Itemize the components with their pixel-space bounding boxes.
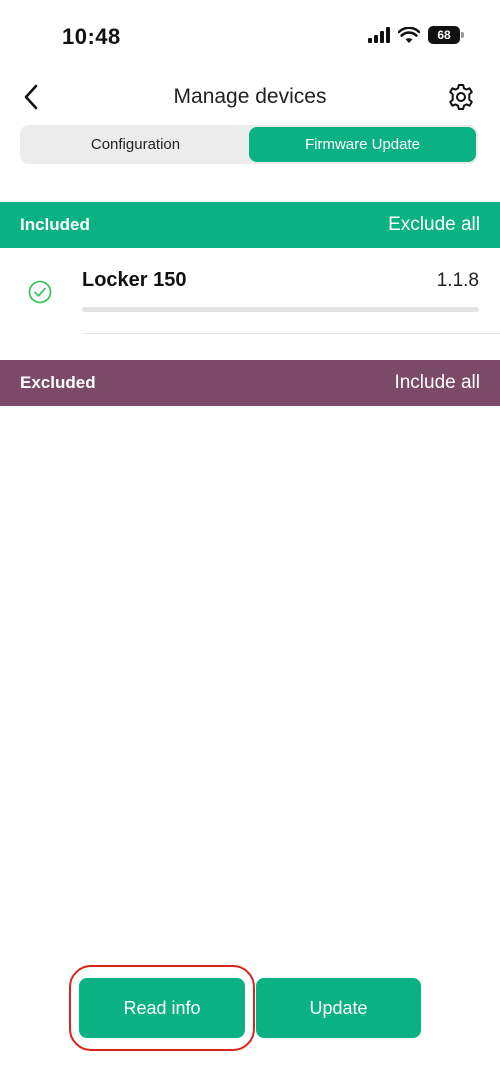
include-all-button[interactable]: Include all <box>394 372 480 394</box>
check-circle-icon <box>28 280 52 304</box>
settings-button[interactable] <box>444 80 478 114</box>
status-time: 10:48 <box>62 24 121 49</box>
excluded-header: Excluded Include all <box>0 360 500 406</box>
divider <box>82 333 500 334</box>
status-bar: 10:48 68 <box>0 0 500 72</box>
wifi-icon <box>398 26 420 43</box>
exclude-all-button[interactable]: Exclude all <box>388 214 480 236</box>
gear-icon <box>449 84 473 110</box>
page-title: Manage devices <box>173 85 327 108</box>
device-row[interactable]: Locker 150 1.1.8 <box>0 248 500 334</box>
device-version: 1.1.8 <box>436 270 479 291</box>
tab-bar: Configuration Firmware Update <box>20 125 478 164</box>
excluded-label: Excluded <box>20 373 96 392</box>
tab-configuration[interactable]: Configuration <box>22 127 249 162</box>
battery-icon: 68 <box>428 26 464 44</box>
included-header: Included Exclude all <box>0 202 500 248</box>
device-progress-bar <box>82 307 479 312</box>
tab-firmware-update[interactable]: Firmware Update <box>249 127 476 162</box>
device-name: Locker 150 <box>82 269 187 291</box>
signal-icon <box>368 27 390 43</box>
read-info-button[interactable]: Read info <box>79 978 245 1038</box>
update-button[interactable]: Update <box>256 978 421 1038</box>
status-icons: 68 <box>368 26 464 44</box>
included-label: Included <box>20 215 90 234</box>
